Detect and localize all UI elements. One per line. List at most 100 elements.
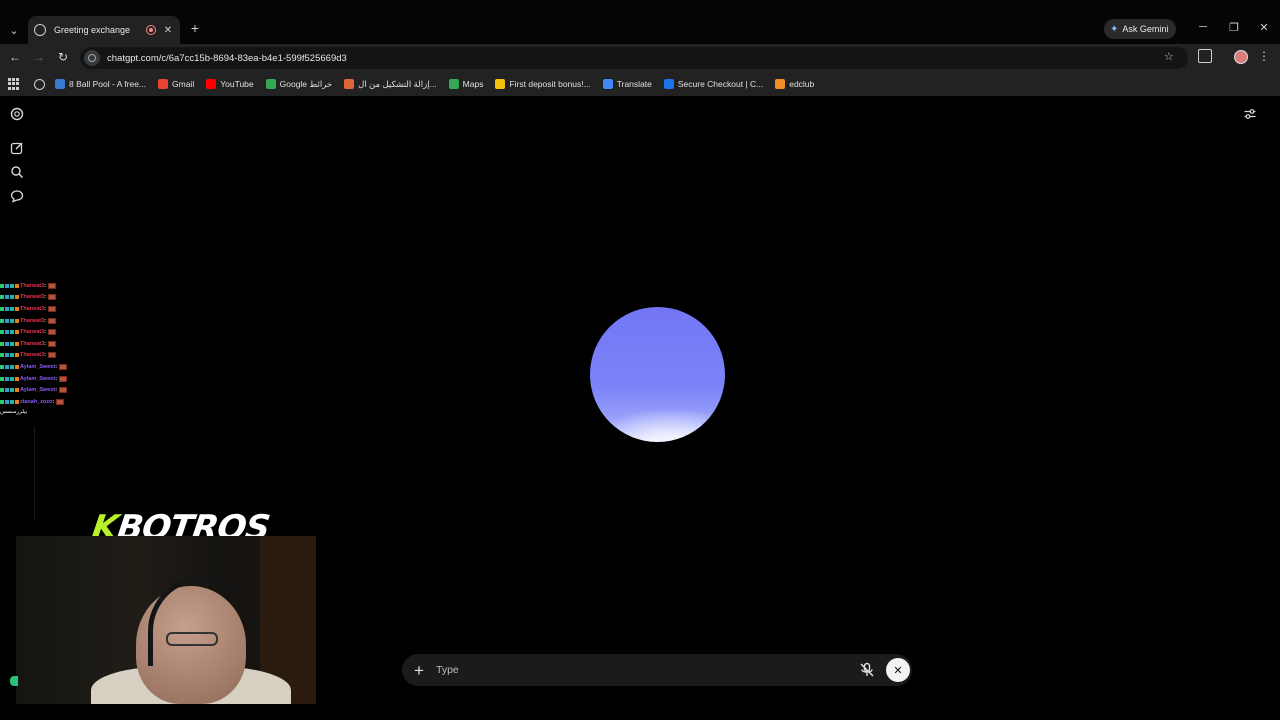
- end-voice-button[interactable]: ✕: [886, 658, 910, 682]
- bookmark-label: YouTube: [220, 79, 254, 89]
- gift-emote-icon: [48, 305, 56, 312]
- chat-message: Aylam_Sweet :: [0, 384, 90, 396]
- chat-badge-icon: [15, 399, 19, 404]
- ask-gemini-button[interactable]: ✦ Ask Gemini: [1104, 19, 1176, 39]
- chat-badge-icon: [10, 330, 14, 335]
- voice-composer: + ✕: [402, 654, 912, 686]
- headphones: [148, 576, 258, 666]
- extensions-icon[interactable]: [1198, 49, 1212, 63]
- gift-emote-icon: [48, 294, 56, 301]
- ask-gemini-label: Ask Gemini: [1122, 24, 1169, 34]
- minimize-icon[interactable]: ─: [1196, 21, 1210, 33]
- overlay-divider: [34, 426, 35, 520]
- chat-badge-icon: [5, 341, 9, 346]
- chat-username: Tharwat3: [20, 352, 45, 359]
- chat-username: Aylam_Sweet: [20, 387, 56, 394]
- browser-menu-icon[interactable]: ⋮: [1258, 49, 1270, 63]
- chat-badge-icon: [15, 295, 19, 300]
- chat-badge-icon: [0, 306, 4, 311]
- tab-title: Greeting exchange: [54, 25, 131, 35]
- chat-badge-icon: [15, 353, 19, 358]
- webcam-feed: [16, 536, 316, 704]
- bookmark-item[interactable]: 8 Ball Pool - A free...: [55, 79, 146, 89]
- youtube-icon: [206, 79, 217, 89]
- chat-bubble-icon[interactable]: [10, 189, 24, 203]
- gift-emote-icon: [59, 375, 68, 382]
- chat-badge-icon: [15, 388, 19, 393]
- chat-username: Tharwat3: [20, 294, 45, 301]
- apps-grid-icon[interactable]: [8, 78, 20, 90]
- bookmark-item[interactable]: edclub: [775, 79, 814, 89]
- mic-muted-icon[interactable]: [858, 661, 876, 679]
- reload-icon[interactable]: ↻: [56, 50, 70, 64]
- bookmark-label: edclub: [789, 79, 815, 89]
- gift-emote-icon: [48, 329, 56, 336]
- chat-separator: :: [44, 282, 46, 289]
- bookmark-item[interactable]: First deposit bonus!...: [495, 79, 591, 89]
- forward-arrow-icon[interactable]: →: [32, 50, 46, 64]
- chat-message: Tharwat3 :: [0, 338, 90, 350]
- tab-greeting-exchange[interactable]: Greeting exchange ✕: [28, 16, 180, 44]
- chat-badge-icon: [10, 295, 14, 300]
- back-arrow-icon[interactable]: ←: [8, 50, 22, 64]
- chat-badge-icon: [10, 283, 14, 288]
- address-bar[interactable]: chatgpt.com/c/6a7cc15b-8694-83ea-b4e1-59…: [80, 47, 1188, 69]
- voice-settings-sliders-icon[interactable]: [1243, 107, 1257, 121]
- add-attachment-button[interactable]: +: [410, 662, 428, 679]
- openai-logo-icon[interactable]: [10, 107, 24, 121]
- message-input[interactable]: [436, 664, 858, 676]
- chat-badge-icon: [10, 364, 14, 369]
- browser-toolbar: ← → ↻ chatgpt.com/c/6a7cc15b-8694-83ea-b…: [0, 44, 1280, 72]
- chat-badge-icon: [0, 295, 4, 300]
- chat-badge-icon: [0, 330, 4, 335]
- chat-message: Aylam_Sweet :: [0, 373, 90, 385]
- profile-avatar[interactable]: [1234, 50, 1248, 64]
- new-chat-icon[interactable]: [10, 141, 24, 155]
- bookmark-item[interactable]: Translate: [602, 79, 652, 89]
- chat-username: Tharwat3: [20, 317, 45, 324]
- chat-badge-icon: [15, 376, 19, 381]
- chat-badge-icon: [10, 376, 14, 381]
- bookmark-star-icon[interactable]: ☆: [1164, 50, 1174, 63]
- close-window-icon[interactable]: ✕: [1257, 21, 1271, 34]
- chat-separator: :: [44, 352, 46, 359]
- new-tab-button[interactable]: +: [188, 20, 202, 36]
- tab-search-chevron-icon[interactable]: ⌄: [6, 22, 22, 38]
- bookmark-item[interactable]: YouTube: [206, 79, 254, 89]
- bookmark-item[interactable]: Secure Checkout | C...: [663, 79, 763, 89]
- chat-message: zianah_zozo :: [0, 396, 90, 408]
- chat-message: Tharwat3 :: [0, 303, 90, 315]
- search-icon[interactable]: [10, 165, 24, 179]
- tab-close-icon[interactable]: ✕: [162, 25, 174, 36]
- chat-separator: :: [44, 329, 46, 336]
- chat-username: Aylam_Sweet: [20, 363, 56, 370]
- chat-last-message: بيلررسسس: [0, 408, 28, 415]
- chat-badge-icon: [0, 341, 4, 346]
- recording-indicator-icon: [146, 25, 156, 35]
- chat-message: Tharwat3 :: [0, 292, 90, 304]
- coin-icon: [495, 79, 506, 89]
- site-info-icon[interactable]: [84, 50, 100, 66]
- chat-message: Tharwat3 :: [0, 280, 90, 292]
- chat-separator: :: [44, 317, 46, 324]
- chat-badge-icon: [5, 318, 9, 323]
- bookmarks-bar: 8 Ball Pool - A free... Gmail YouTube Googl…: [0, 72, 1280, 96]
- chat-badge-icon: [0, 388, 4, 393]
- restore-icon[interactable]: ❐: [1227, 21, 1241, 34]
- voice-orb: [590, 307, 725, 442]
- chat-separator: :: [55, 375, 58, 382]
- bookmark-item[interactable]: Gmail: [158, 79, 194, 89]
- chat-badge-icon: [10, 388, 14, 393]
- glasses: [166, 632, 218, 646]
- chat-badge-icon: [0, 283, 4, 288]
- gift-emote-icon: [59, 387, 68, 394]
- bookmark-item[interactable]: إزالة التشكيل من ال...: [344, 79, 437, 90]
- bookmark-item[interactable]: Maps: [448, 79, 483, 89]
- chat-badge-icon: [15, 318, 19, 323]
- chat-badge-icon: [5, 364, 9, 369]
- bookmark-item[interactable]: Google خرائط: [265, 79, 332, 90]
- chat-badge-icon: [10, 341, 14, 346]
- globe-icon[interactable]: [34, 78, 45, 90]
- 8-ball-pool-icon: [55, 79, 65, 89]
- chat-separator: :: [44, 294, 46, 301]
